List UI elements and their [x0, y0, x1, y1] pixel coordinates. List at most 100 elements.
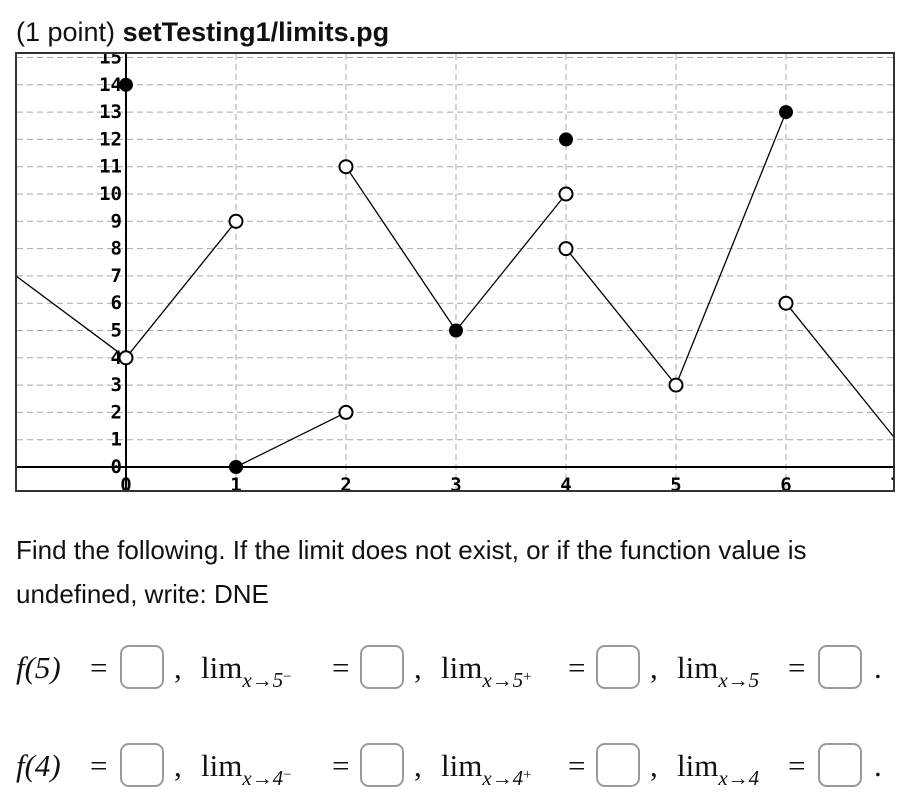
open-point [558, 186, 574, 202]
f-of-4-label: f(4) [16, 748, 61, 783]
two-sided-limit-4-label: limx→4 [677, 736, 759, 796]
closed-point [119, 77, 133, 92]
answer-row-4: f(4) = , limx→4− = , limx→4+ = , limx→4 … [16, 736, 896, 796]
closed-point [559, 132, 573, 147]
graph-svg: 012345678910111213141501234567 [17, 54, 895, 492]
open-point [778, 295, 794, 311]
period: . [874, 748, 882, 783]
answer-right-limit-5-input[interactable] [596, 645, 640, 689]
limit-approach: x→5 [482, 668, 524, 692]
x-tick-label: 5 [670, 474, 681, 492]
graph-segment [565, 248, 677, 386]
limit-subscript: x→4 [718, 766, 760, 790]
left-limit-5-label: limx→5− [201, 638, 292, 698]
closed-point [449, 323, 463, 338]
y-tick-label: 1 [111, 429, 122, 451]
y-tick-label: 6 [111, 292, 122, 314]
limit-subscript: x→5− [242, 668, 291, 692]
lim-word: lim [201, 748, 243, 783]
period: . [874, 650, 882, 685]
y-tick-label: 12 [99, 128, 122, 150]
open-point [338, 159, 354, 175]
comma: , [414, 650, 422, 685]
limit-subscript: x→5+ [482, 668, 531, 692]
answer-limit-5-input[interactable] [818, 645, 862, 689]
graph-segment [455, 193, 567, 331]
y-tick-label: 14 [99, 74, 122, 96]
y-tick-label: 8 [111, 238, 122, 260]
x-tick-label: 0 [120, 474, 131, 492]
x-tick-label: 2 [340, 474, 351, 492]
equals-sign: = [568, 650, 586, 685]
equals-sign: = [332, 748, 350, 783]
lim-word: lim [441, 650, 483, 685]
left-sided-superscript: − [283, 669, 292, 685]
x-tick-label: 7 [890, 474, 895, 492]
limit-subscript: x→4+ [482, 766, 531, 790]
answer-left-limit-5-input[interactable] [360, 645, 404, 689]
x-tick-label: 1 [230, 474, 241, 492]
x-tick-label: 6 [780, 474, 791, 492]
left-limit-4-label: limx→4− [201, 736, 292, 796]
limit-approach: x→4 [242, 766, 284, 790]
two-sided-limit-5-label: limx→5 [677, 638, 759, 698]
function-graph: 012345678910111213141501234567 [15, 52, 895, 492]
instructions-text: Find the following. If the limit does no… [16, 535, 807, 609]
limit-approach: x→5 [242, 668, 284, 692]
right-sided-superscript: + [523, 767, 532, 783]
open-point [228, 213, 244, 229]
y-tick-label: 7 [111, 265, 122, 287]
limit-subscript: x→4− [242, 766, 291, 790]
problem-file-name: setTesting1/limits.pg [122, 17, 390, 47]
comma: , [650, 748, 658, 783]
answer-f-4-input[interactable] [120, 743, 164, 787]
y-tick-label: 10 [99, 183, 122, 205]
comma: , [650, 650, 658, 685]
open-point [668, 377, 684, 393]
open-point [338, 404, 354, 420]
equals-sign: = [788, 650, 806, 685]
f-of-5-label: f(5) [16, 650, 61, 685]
graph-segment [785, 302, 893, 438]
answer-limit-4-input[interactable] [818, 743, 862, 787]
equals-sign: = [90, 650, 108, 685]
limit-subscript: x→5 [718, 668, 760, 692]
y-tick-label: 13 [99, 101, 122, 123]
right-limit-4-label: limx→4+ [441, 736, 532, 796]
lim-word: lim [677, 650, 719, 685]
points-label: (1 point) [16, 17, 116, 47]
x-tick-label: 3 [450, 474, 461, 492]
comma: , [414, 748, 422, 783]
right-limit-5-label: limx→5+ [441, 638, 532, 698]
comma: , [174, 650, 182, 685]
lim-word: lim [201, 650, 243, 685]
lim-word: lim [677, 748, 719, 783]
answer-row-5: f(5) = , limx→5− = , limx→5+ = , limx→5 … [16, 638, 896, 698]
x-tick-label: 4 [560, 474, 571, 492]
answer-left-limit-4-input[interactable] [360, 743, 404, 787]
answer-right-limit-4-input[interactable] [596, 743, 640, 787]
y-tick-label: 11 [99, 156, 122, 178]
limit-approach: x→4 [482, 766, 524, 790]
right-sided-superscript: + [523, 669, 532, 685]
y-tick-label: 5 [111, 320, 122, 342]
graph-segment [125, 220, 237, 359]
problem-header: (1 point) setTesting1/limits.pg [16, 14, 389, 50]
left-sided-superscript: − [283, 767, 292, 783]
lim-word: lim [441, 748, 483, 783]
equals-sign: = [788, 748, 806, 783]
equals-sign: = [568, 748, 586, 783]
graph-segment [17, 275, 127, 359]
y-tick-label: 2 [111, 401, 122, 423]
open-point [558, 241, 574, 257]
y-tick-label: 3 [111, 374, 122, 396]
comma: , [174, 748, 182, 783]
equals-sign: = [90, 748, 108, 783]
closed-point [779, 105, 793, 120]
y-tick-label: 15 [99, 54, 122, 69]
open-point [118, 350, 134, 366]
closed-point [229, 460, 243, 474]
answer-f-5-input[interactable] [120, 645, 164, 689]
equals-sign: = [332, 650, 350, 685]
y-tick-label: 9 [111, 210, 122, 232]
